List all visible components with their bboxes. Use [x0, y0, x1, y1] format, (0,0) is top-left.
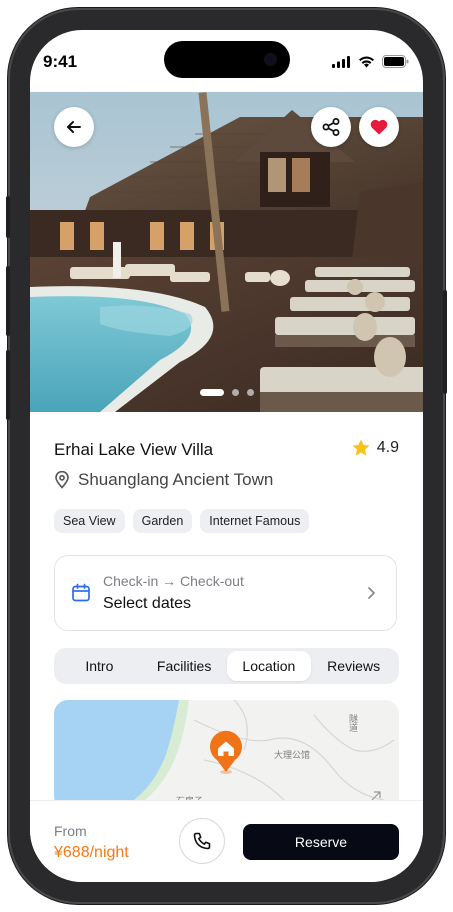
date-label: Check-in → Check-out	[103, 573, 244, 589]
system-icons	[332, 55, 409, 68]
tag-list: Sea View Garden Internet Famous	[54, 509, 310, 533]
tab-location[interactable]: Location	[226, 651, 312, 681]
rating: 4.9	[351, 438, 399, 458]
tag-garden: Garden	[132, 509, 193, 533]
tab-intro[interactable]: Intro	[57, 651, 142, 681]
arrow-left-icon	[67, 121, 81, 133]
mute-switch	[6, 196, 10, 238]
date-picker-card[interactable]: Check-in → Check-out Select dates	[54, 555, 397, 631]
dynamic-island	[164, 41, 290, 78]
carousel-dot-2[interactable]	[231, 389, 239, 396]
volume-down-button	[6, 350, 10, 420]
map-label-hotel: 大理公馆	[274, 749, 310, 761]
location-row: Shuanglang Ancient Town	[54, 470, 273, 490]
location-text: Shuanglang Ancient Town	[78, 470, 274, 489]
favorite-button[interactable]	[359, 107, 399, 147]
section-tabs: Intro Facilities Location Reviews	[54, 648, 399, 684]
share-icon	[322, 118, 340, 136]
app-screen: 9:41 Erhai Lake View Villa 4.9 Shuanglan…	[30, 30, 423, 882]
map-label-tunnel: 隧道	[347, 713, 358, 733]
power-button	[443, 290, 447, 394]
back-button[interactable]	[54, 107, 94, 147]
call-button[interactable]	[179, 818, 225, 864]
tag-sea-view: Sea View	[54, 509, 125, 533]
tag-internet-famous: Internet Famous	[200, 509, 310, 533]
hero-photo[interactable]	[30, 92, 423, 412]
calendar-icon	[72, 583, 90, 602]
volume-up-button	[6, 266, 10, 336]
battery-icon	[382, 55, 409, 68]
phone-icon	[193, 832, 211, 850]
signal-icon	[332, 55, 350, 68]
price-value: ¥688/night	[54, 844, 129, 861]
reserve-button[interactable]: Reserve	[243, 824, 399, 860]
status-bar: 9:41	[30, 30, 423, 92]
date-value: Select dates	[103, 595, 192, 612]
chevron-right-icon	[368, 587, 375, 599]
booking-bar: From ¥688/night Reserve	[30, 800, 423, 882]
price-from-label: From	[54, 823, 87, 839]
star-icon	[352, 439, 370, 456]
camera-icon	[264, 53, 277, 66]
carousel-indicator	[30, 389, 423, 396]
share-button[interactable]	[311, 107, 351, 147]
tab-facilities[interactable]: Facilities	[142, 651, 227, 681]
carousel-dot-3[interactable]	[246, 389, 254, 396]
location-map[interactable]: 大理公馆 隧道 石房子	[54, 700, 399, 810]
wifi-icon	[359, 56, 374, 67]
map-pin-marker-icon	[210, 730, 242, 774]
carousel-dot-1[interactable]	[199, 389, 224, 396]
status-time: 9:41	[43, 52, 78, 71]
heart-icon	[370, 119, 388, 135]
map-pin-icon	[55, 471, 69, 489]
listing-title: Erhai Lake View Villa	[54, 440, 214, 459]
rating-value: 4.9	[376, 439, 399, 456]
tab-reviews[interactable]: Reviews	[311, 651, 396, 681]
